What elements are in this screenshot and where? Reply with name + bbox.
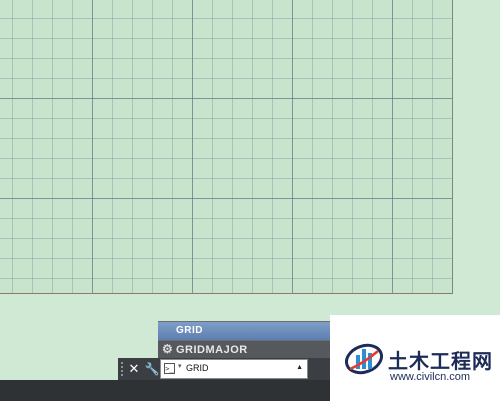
watermark-url: www.civilcn.com [390, 371, 471, 383]
caret-up-icon[interactable]: ▲ [296, 364, 303, 371]
watermark: 土木工程网 www.civilcn.com [330, 315, 500, 401]
gear-icon: ⚙ [162, 342, 174, 356]
command-line-bar: ✕ 🔧 >_ ▾ ▲ [118, 358, 330, 380]
command-prompt-icon[interactable]: >_ [164, 363, 175, 374]
autocomplete-item-gridmajor[interactable]: ⚙ GRIDMAJOR [158, 341, 330, 359]
drag-grip-handle[interactable] [120, 361, 124, 377]
command-input-box[interactable]: >_ ▾ ▲ [160, 359, 308, 379]
grid-limit-bottom [0, 293, 453, 294]
autocomplete-item-label: GRIDMAJOR [176, 344, 248, 356]
autocomplete-item-grid[interactable]: GRID [158, 322, 330, 340]
drawing-grid[interactable] [0, 0, 452, 293]
command-input[interactable] [186, 363, 286, 373]
close-icon[interactable]: ✕ [126, 360, 142, 378]
chevron-down-icon[interactable]: ▾ [178, 362, 182, 370]
autocomplete-item-label: GRID [176, 325, 203, 336]
grid-limit-right [452, 0, 453, 294]
watermark-brand: 土木工程网 [388, 349, 493, 373]
command-autocomplete-list: GRID ⚙ GRIDMAJOR [158, 321, 330, 359]
wrench-icon[interactable]: 🔧 [144, 360, 160, 378]
site-logo-icon [345, 343, 383, 375]
